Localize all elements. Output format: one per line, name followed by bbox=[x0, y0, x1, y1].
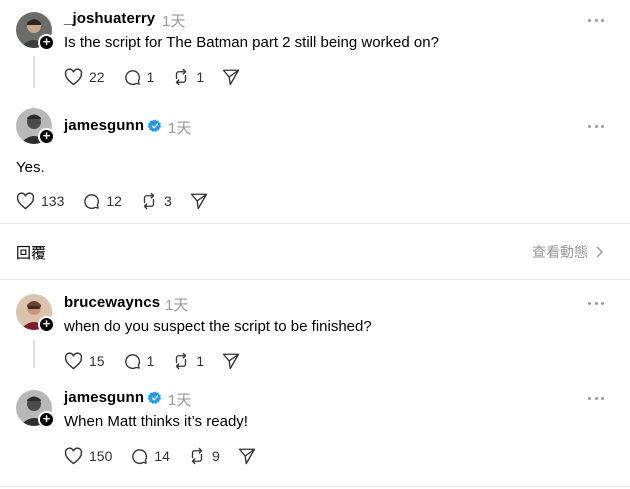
comment-icon bbox=[124, 70, 140, 86]
repost-icon bbox=[143, 192, 155, 210]
more-icon[interactable] bbox=[588, 118, 604, 134]
post-jamesgunn-main: + jamesgunn 1天 Yes. 133 12 3 bbox=[0, 98, 630, 223]
send-icon bbox=[238, 448, 255, 465]
follow-plus-icon[interactable]: + bbox=[38, 128, 55, 145]
post-jamesgunn-reply: + jamesgunn 1天 When Matt thinks it’s rea… bbox=[0, 376, 630, 489]
send-icon bbox=[222, 353, 240, 370]
repost-count: 1 bbox=[196, 353, 205, 369]
comment-count: 1 bbox=[146, 353, 155, 369]
more-icon[interactable] bbox=[588, 390, 604, 406]
divider bbox=[0, 486, 630, 487]
like-count: 133 bbox=[41, 193, 65, 209]
post-text: When Matt thinks it’s ready! bbox=[64, 413, 248, 430]
comment-icon bbox=[124, 354, 140, 370]
timestamp[interactable]: 1天 bbox=[165, 294, 188, 315]
verified-badge-icon bbox=[148, 119, 162, 132]
thread-line bbox=[33, 56, 35, 88]
timestamp[interactable]: 1天 bbox=[162, 10, 185, 31]
username[interactable]: _joshuaterry bbox=[64, 10, 155, 27]
share-button[interactable] bbox=[238, 447, 262, 465]
more-icon[interactable] bbox=[588, 295, 604, 311]
comment-count: 1 bbox=[146, 69, 155, 85]
username[interactable]: jamesgunn bbox=[64, 117, 144, 134]
like-button[interactable]: 133 bbox=[16, 192, 64, 210]
share-button[interactable] bbox=[222, 68, 246, 86]
timestamp[interactable]: 1天 bbox=[168, 117, 191, 138]
post-text: Yes. bbox=[16, 159, 45, 176]
verified-badge-icon bbox=[148, 391, 162, 404]
comment-count: 12 bbox=[106, 193, 122, 209]
post-text: when do you suspect the script to be fin… bbox=[64, 318, 372, 335]
repost-button[interactable]: 3 bbox=[140, 192, 172, 210]
divider bbox=[0, 223, 630, 224]
thread-line bbox=[33, 340, 35, 368]
heart-icon bbox=[16, 192, 35, 210]
repost-count: 9 bbox=[211, 448, 220, 464]
comment-button[interactable]: 1 bbox=[123, 68, 155, 86]
repost-button[interactable]: 1 bbox=[172, 352, 204, 370]
comment-button[interactable]: 12 bbox=[82, 192, 122, 210]
comment-count: 14 bbox=[154, 448, 170, 464]
username[interactable]: brucewayncs bbox=[64, 294, 160, 311]
more-icon[interactable] bbox=[588, 12, 604, 28]
comment-icon bbox=[84, 194, 100, 210]
follow-plus-icon[interactable]: + bbox=[38, 411, 55, 428]
follow-plus-icon[interactable]: + bbox=[38, 34, 55, 51]
heart-icon bbox=[64, 352, 83, 370]
post-actions: 150 14 9 bbox=[64, 446, 280, 466]
repost-count: 3 bbox=[163, 193, 172, 209]
heart-icon bbox=[64, 447, 83, 465]
comment-icon bbox=[132, 449, 148, 465]
like-count: 150 bbox=[89, 448, 113, 464]
share-button[interactable] bbox=[190, 192, 214, 210]
heart-icon bbox=[64, 68, 83, 86]
reply-bar: 回覆 查看動態 bbox=[0, 235, 630, 267]
view-activity-label: 查看動態 bbox=[532, 244, 588, 260]
username[interactable]: jamesgunn bbox=[64, 389, 144, 406]
like-button[interactable]: 15 bbox=[64, 352, 105, 370]
share-button[interactable] bbox=[222, 352, 246, 370]
view-activity-link[interactable]: 查看動態 bbox=[532, 242, 604, 262]
repost-button[interactable]: 1 bbox=[172, 68, 204, 86]
post-actions: 133 12 3 bbox=[16, 191, 232, 211]
timestamp[interactable]: 1天 bbox=[168, 389, 191, 410]
repost-icon bbox=[191, 447, 203, 465]
comment-button[interactable]: 14 bbox=[130, 447, 170, 465]
like-button[interactable]: 22 bbox=[64, 68, 105, 86]
follow-plus-icon[interactable]: + bbox=[38, 316, 55, 333]
like-count: 15 bbox=[89, 353, 105, 369]
repost-icon bbox=[176, 352, 187, 370]
replies-heading: 回覆 bbox=[16, 245, 47, 262]
post-joshuaterry: + _joshuaterry 1天 Is the script for The … bbox=[0, 0, 630, 98]
post-actions: 22 1 1 bbox=[64, 67, 264, 87]
post-actions: 15 1 1 bbox=[64, 351, 264, 371]
send-icon bbox=[190, 193, 207, 210]
chevron-right-icon bbox=[596, 246, 604, 258]
post-text: Is the script for The Batman part 2 stil… bbox=[64, 34, 439, 51]
like-button[interactable]: 150 bbox=[64, 447, 112, 465]
repost-button[interactable]: 9 bbox=[188, 447, 220, 465]
like-count: 22 bbox=[89, 69, 105, 85]
post-brucewayncs: + brucewayncs 1天 when do you suspect the… bbox=[0, 280, 630, 376]
send-icon bbox=[222, 69, 240, 86]
comment-button[interactable]: 1 bbox=[123, 352, 155, 370]
repost-icon bbox=[176, 68, 187, 86]
repost-count: 1 bbox=[196, 69, 205, 85]
